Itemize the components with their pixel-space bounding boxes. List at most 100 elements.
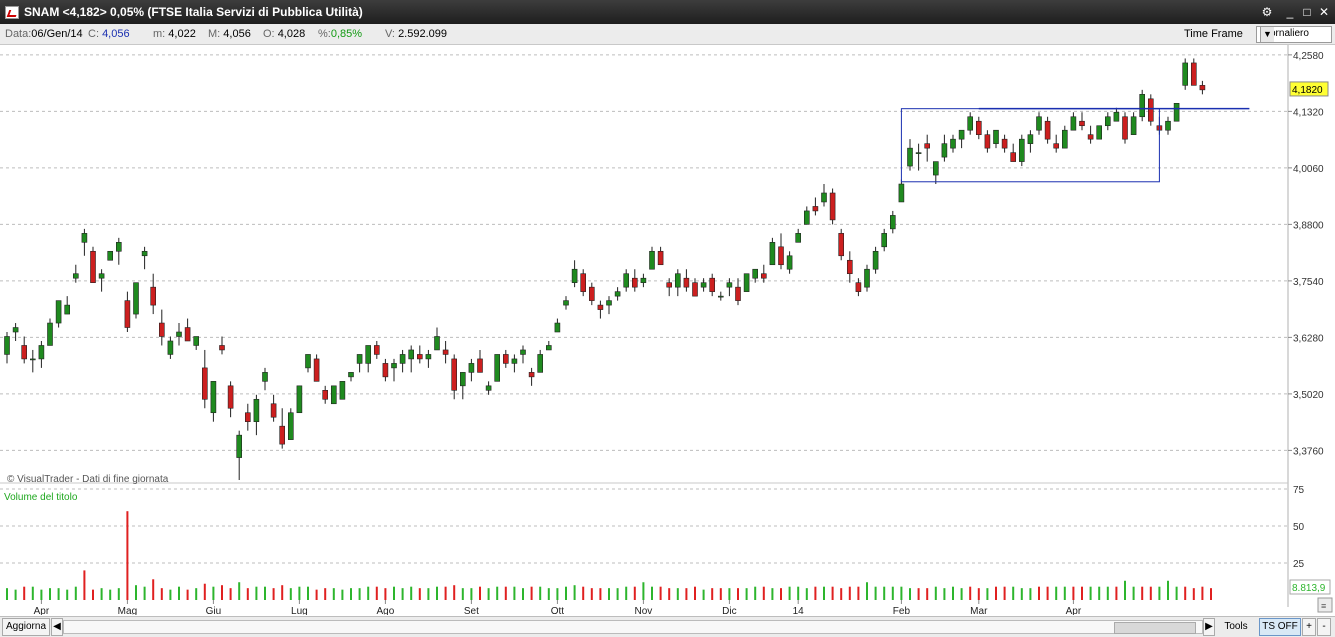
volume-bar — [40, 589, 43, 600]
volume-bar — [367, 586, 370, 600]
candle-body — [322, 390, 329, 400]
last-price-tag: 4,1820 — [1289, 81, 1329, 97]
volume-bar — [986, 588, 989, 600]
close-icon[interactable]: ✕ — [1317, 5, 1331, 19]
maximize-icon[interactable]: □ — [1300, 5, 1314, 19]
refresh-button[interactable]: Aggiorna — [2, 618, 50, 636]
volume-bar — [642, 582, 645, 600]
x-tick-label: Apr — [1066, 606, 1082, 615]
volume-bar — [943, 588, 946, 600]
candle-body — [795, 233, 802, 243]
candle-body — [743, 273, 750, 292]
volume-bar — [917, 588, 920, 600]
candle-body — [1053, 143, 1059, 149]
volume-bar — [668, 588, 671, 600]
candle-body — [348, 372, 354, 378]
volume-bar — [977, 588, 980, 600]
volume-bar — [281, 585, 284, 600]
volume-bar — [857, 586, 860, 600]
candle-body — [614, 291, 621, 297]
candle-body — [1105, 116, 1111, 127]
volume-bar — [805, 588, 808, 600]
volume-field: V: 2.592.099 — [385, 28, 447, 40]
time-frame-select[interactable]: Giornaliero ▼ — [1256, 26, 1332, 43]
x-tick-label: Mar — [970, 606, 988, 615]
window-title: SNAM <4,182> 0,05% (FTSE Italia Servizi … — [24, 5, 363, 19]
volume-bar — [633, 586, 636, 600]
volume-bar — [1167, 580, 1169, 600]
volume-bar — [1192, 588, 1195, 600]
candle-body — [159, 322, 165, 337]
ts-off-button[interactable]: TS OFF — [1259, 618, 1301, 636]
volume-bar — [169, 589, 172, 600]
price-tick-label: 4,1320 — [1293, 107, 1324, 118]
price-volume-chart[interactable]: 4,2580 4,1320 4,0060 3,8800 3,7540 3,6280 3,50… — [0, 45, 1335, 615]
volume-bar — [831, 586, 834, 600]
volume-bar — [470, 588, 473, 600]
volume-bar — [221, 585, 223, 600]
volume-bar — [410, 586, 413, 600]
candle-body — [975, 120, 982, 135]
menu-icon[interactable]: ≡ — [1321, 601, 1326, 611]
candle-body — [356, 354, 363, 364]
candle-body — [1001, 138, 1008, 149]
candle-body — [305, 354, 311, 369]
price-tick-label: 3,6280 — [1293, 333, 1324, 344]
candle-body — [511, 358, 518, 364]
candle-body — [29, 358, 36, 361]
scrollbar-thumb[interactable] — [1114, 622, 1196, 634]
candle-body — [434, 336, 440, 351]
candle-body — [116, 242, 122, 252]
candle-body — [1113, 111, 1120, 122]
scroll-left-button[interactable]: ◀ — [51, 618, 63, 636]
candle-body — [90, 250, 96, 283]
volume-bar — [1175, 586, 1178, 600]
candle-body — [717, 295, 724, 298]
candle-body — [1199, 85, 1206, 91]
candle-body — [760, 273, 767, 279]
volume-bar — [1081, 586, 1083, 600]
volume-bar — [599, 588, 602, 600]
volume-bar — [522, 588, 524, 600]
candle-body — [1087, 134, 1094, 140]
volume-bar — [608, 588, 610, 600]
volume-bar — [926, 588, 929, 600]
settings-icon[interactable]: ⚙ — [1260, 5, 1274, 19]
candle-body — [1148, 98, 1154, 122]
candle-body — [829, 192, 836, 221]
candle-body — [554, 322, 561, 333]
close-field: C: 4,056 — [88, 28, 130, 40]
candle-body — [1036, 116, 1042, 131]
scroll-right-button[interactable]: ▶ — [1203, 618, 1215, 636]
volume-bar — [1012, 586, 1015, 600]
zoom-out-button[interactable]: - — [1317, 618, 1331, 636]
volume-bar — [840, 588, 843, 600]
volume-tick-label: 50 — [1293, 522, 1305, 533]
candle-body — [846, 259, 853, 275]
window-title-bar: SNAM <4,182> 0,05% (FTSE Italia Servizi … — [0, 0, 1335, 24]
candle-body — [270, 403, 277, 418]
volume-bar — [195, 588, 198, 600]
zoom-in-button[interactable]: + — [1302, 618, 1316, 636]
time-scrollbar[interactable] — [63, 620, 1203, 634]
volume-bar — [848, 586, 851, 600]
candle-body — [12, 327, 19, 333]
volume-bar — [6, 588, 8, 600]
candle-body — [98, 273, 105, 279]
candle-body — [692, 282, 698, 297]
volume-bar — [565, 586, 567, 600]
candle-body — [73, 273, 79, 279]
volume-bar — [754, 586, 757, 600]
volume-bar — [436, 586, 438, 600]
candle-body — [107, 250, 113, 261]
price-tick-label: 4,0060 — [1293, 164, 1324, 175]
chevron-down-icon[interactable]: ▼ — [1260, 27, 1274, 42]
tools-button[interactable]: Tools — [1216, 618, 1256, 636]
volume-bar — [1046, 586, 1049, 600]
volume-bar — [289, 588, 292, 600]
candle-body — [752, 268, 759, 279]
minimize-icon[interactable]: _ — [1283, 5, 1297, 19]
candle-body — [38, 345, 45, 360]
volume-bar — [1029, 588, 1032, 600]
volume-bar — [883, 586, 886, 600]
